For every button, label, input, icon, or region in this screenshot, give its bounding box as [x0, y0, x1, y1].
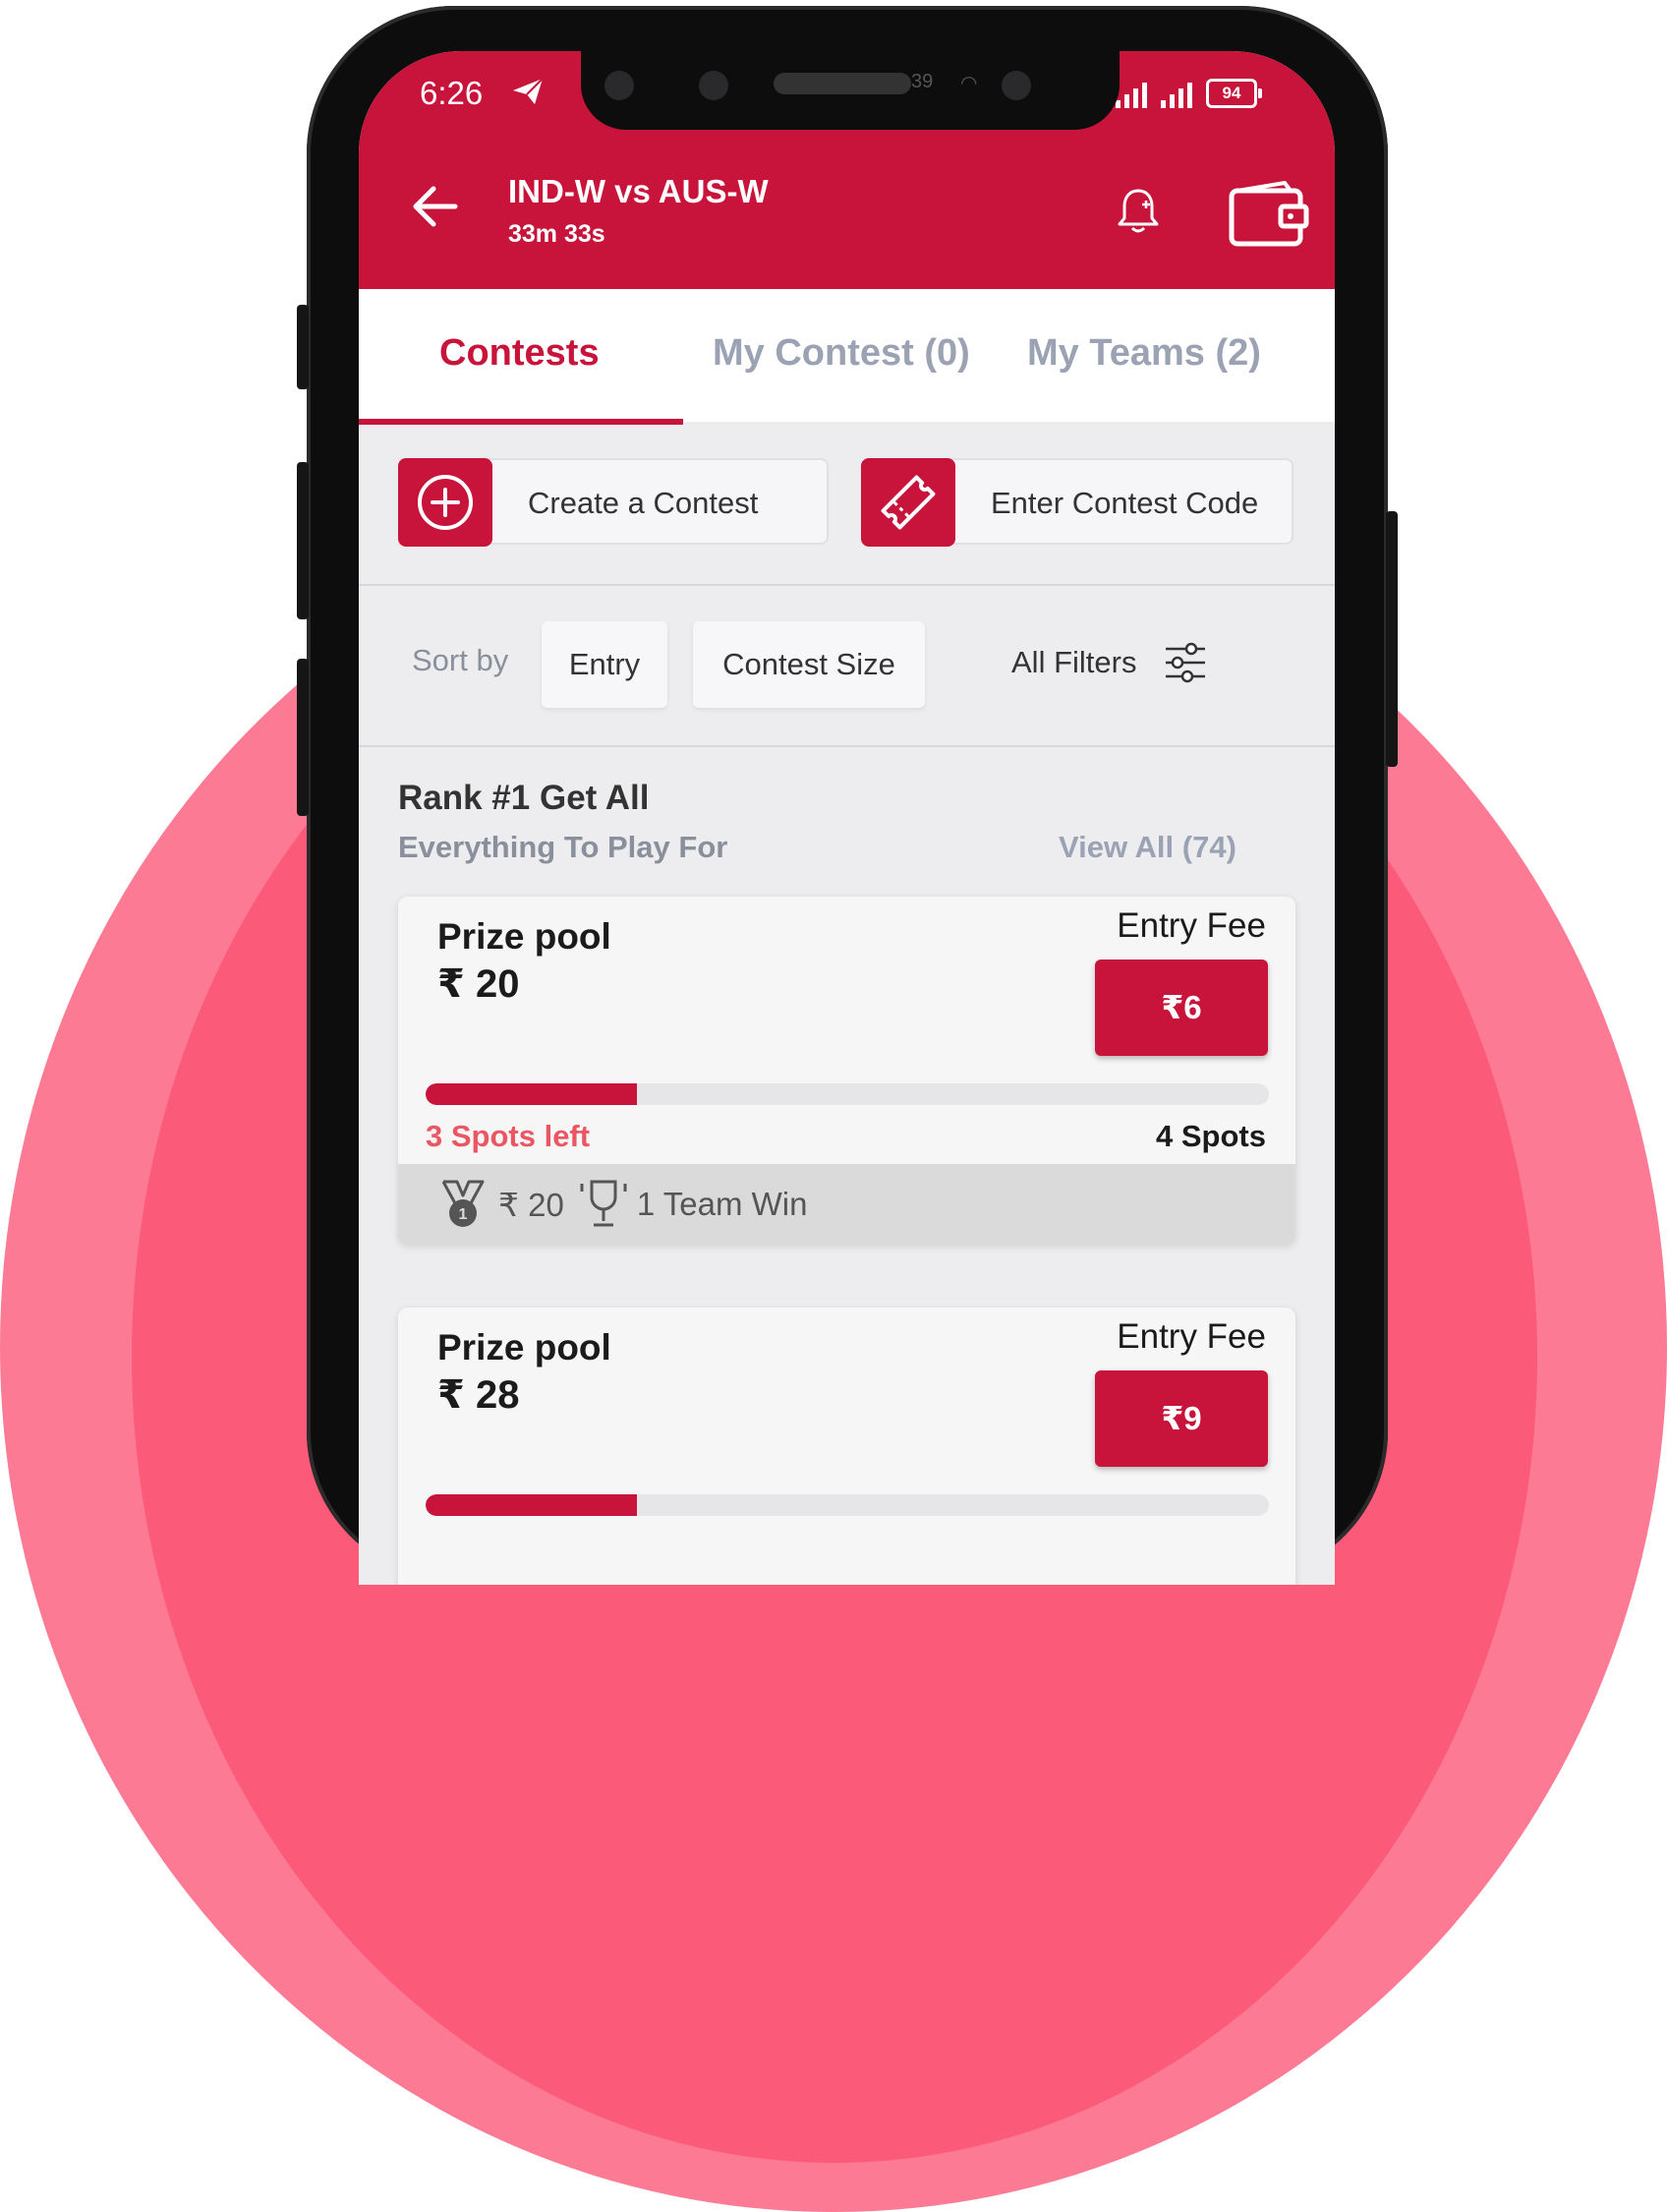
all-filters-button[interactable]: All Filters: [1011, 641, 1207, 684]
signal-icon: [1116, 83, 1147, 108]
spots-progress-fill: [426, 1083, 637, 1105]
plus-circle-icon: [398, 458, 492, 547]
enter-contest-code-label: Enter Contest Code: [991, 486, 1259, 520]
phone-side-button: [1386, 511, 1398, 767]
wallet-icon[interactable]: [1228, 179, 1312, 248]
phone-screen: 39 ◠ 6:26 94 IND-W vs AUS-W 33m 33s Cont…: [359, 51, 1335, 1585]
section-title: Rank #1 Get All: [398, 779, 650, 817]
divider: [359, 584, 1335, 586]
sliders-icon: [1166, 642, 1206, 683]
spots-progress-fill: [426, 1494, 637, 1516]
sort-entry-chip[interactable]: Entry: [542, 621, 667, 708]
prize-pool-label: Prize pool: [437, 1327, 611, 1368]
winners-count: 1 Team Win: [636, 1186, 808, 1222]
entry-fee-label: Entry Fee: [1117, 1317, 1266, 1356]
entry-fee-button[interactable]: ₹9: [1095, 1370, 1268, 1467]
sort-by-label: Sort by: [412, 643, 509, 677]
status-time: 6:26: [420, 75, 484, 111]
notification-badge: 39: [911, 71, 934, 92]
tab-my-contest[interactable]: My Contest (0): [713, 332, 970, 375]
phone-side-button: [297, 659, 309, 816]
notch: 39 ◠: [581, 51, 1120, 130]
medal-icon: 1: [441, 1180, 485, 1227]
tab-contests[interactable]: Contests: [439, 332, 600, 375]
match-countdown: 33m 33s: [508, 220, 605, 248]
first-prize-value: ₹ 20: [498, 1186, 564, 1223]
entry-fee-label: Entry Fee: [1117, 906, 1266, 945]
camera-dot: [1002, 71, 1031, 100]
section-subtitle: Everything To Play For: [398, 830, 728, 864]
match-title: IND-W vs AUS-W: [508, 173, 769, 209]
entry-fee-button[interactable]: ₹6: [1095, 960, 1268, 1056]
all-filters-label: All Filters: [1011, 645, 1137, 679]
prize-pool-label: Prize pool: [437, 916, 611, 957]
signal-icon: [1161, 83, 1192, 108]
spots-progress-bar: [426, 1083, 1269, 1105]
back-arrow-icon[interactable]: [408, 179, 463, 234]
wifi-icon: ◠: [960, 73, 978, 94]
create-contest-label: Create a Contest: [528, 486, 759, 520]
battery-icon: 94: [1206, 79, 1262, 108]
svg-text:1: 1: [459, 1206, 468, 1223]
phone-side-button: [297, 462, 309, 619]
spots-total: 4 Spots: [1156, 1119, 1266, 1153]
trophy-icon: [580, 1180, 627, 1227]
status-indicators: 94: [1116, 79, 1262, 108]
contest-card[interactable]: Prize pool ₹ 28 Entry Fee ₹9: [398, 1308, 1295, 1585]
phone-side-button: [297, 305, 309, 389]
contest-card[interactable]: Prize pool ₹ 20 Entry Fee ₹6 3 Spots lef…: [398, 897, 1295, 1245]
ticket-icon: [861, 458, 955, 547]
enter-contest-code-button[interactable]: Enter Contest Code: [861, 458, 1293, 547]
telegram-icon: [513, 78, 544, 104]
prize-pool-value: ₹ 20: [437, 962, 520, 1006]
spots-progress-bar: [426, 1494, 1269, 1516]
tab-my-teams[interactable]: My Teams (2): [1027, 332, 1261, 375]
view-all-link[interactable]: View All (74): [1059, 830, 1236, 865]
camera-dot: [699, 71, 728, 100]
bell-icon[interactable]: [1116, 185, 1161, 238]
sort-contest-size-chip[interactable]: Contest Size: [693, 621, 925, 708]
tab-bar: Contests My Contest (0) My Teams (2): [359, 289, 1335, 422]
spots-left: 3 Spots left: [426, 1119, 591, 1153]
create-contest-button[interactable]: Create a Contest: [398, 458, 829, 547]
active-tab-indicator: [359, 419, 683, 425]
divider: [359, 745, 1335, 747]
speaker-grille: [774, 73, 911, 94]
camera-dot: [604, 71, 634, 100]
contest-card-footer: 1 ₹ 20 1 Team Win: [398, 1164, 1295, 1245]
prize-pool-value: ₹ 28: [437, 1373, 520, 1417]
